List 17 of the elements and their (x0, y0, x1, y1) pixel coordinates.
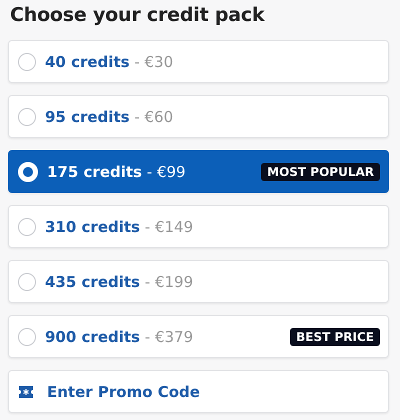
radio-icon (18, 272, 36, 290)
page-heading: Choose your credit pack (9, 3, 266, 28)
radio-icon (18, 218, 36, 236)
ticket-icon (19, 386, 33, 398)
credit-option[interactable]: 175 credits - €99 MOST POPULAR (8, 150, 389, 193)
credit-option[interactable]: 900 credits - €379 BEST PRICE (8, 315, 389, 358)
radio-icon (18, 108, 36, 126)
credit-option[interactable]: 435 credits - €199 (8, 260, 389, 303)
credit-option[interactable]: 95 credits - €60 (8, 95, 389, 138)
credit-option[interactable]: 310 credits - €149 (8, 205, 389, 248)
radio-icon (18, 162, 38, 182)
badge-label: BEST PRICE (290, 328, 380, 346)
radio-icon (18, 328, 36, 346)
promo-code-button[interactable]: Enter Promo Code (8, 370, 389, 413)
radio-icon (18, 52, 36, 70)
badge-label: MOST POPULAR (261, 162, 380, 180)
credit-option[interactable]: 40 credits - €30 (8, 40, 389, 83)
